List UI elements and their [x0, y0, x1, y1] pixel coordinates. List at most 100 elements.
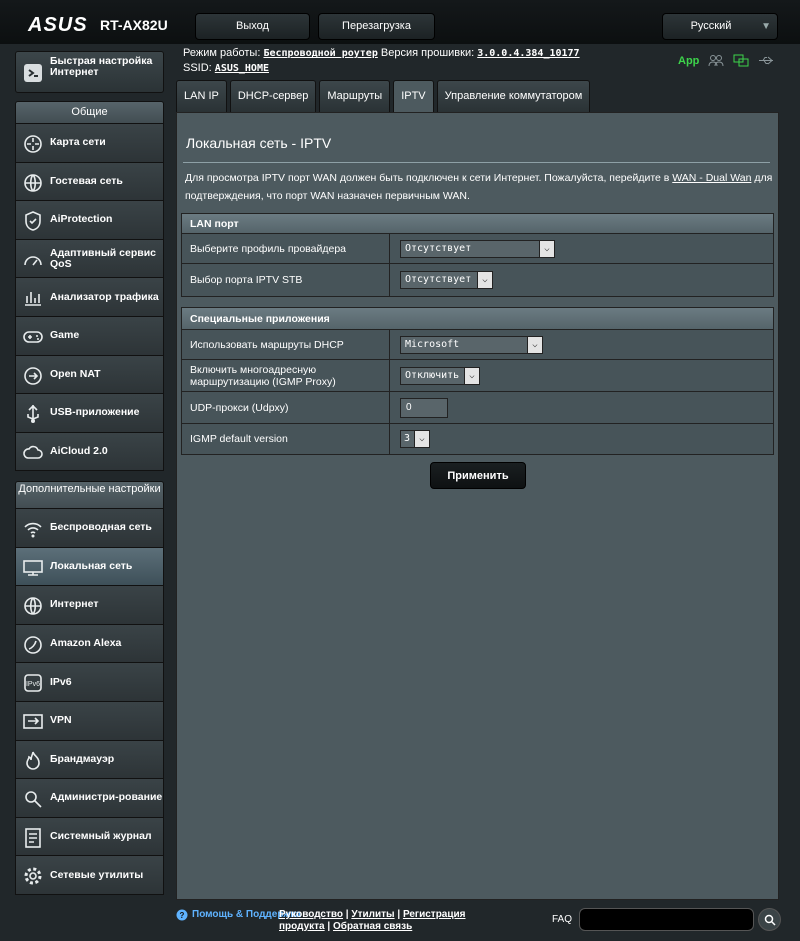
- chevron-down-icon: ⌵: [414, 431, 429, 447]
- ssid-link[interactable]: ASUS_HOME: [215, 63, 269, 74]
- firmware-label: Версия прошивки:: [380, 47, 475, 59]
- wireless-icon: [24, 522, 42, 538]
- faq-search-input[interactable]: [579, 908, 754, 931]
- provider-profile-select[interactable]: Отсутствует ⌵: [400, 239, 555, 258]
- sidebar-item[interactable]: Беспроводная сеть: [15, 509, 164, 548]
- quick-setup-label: Быстрая настройка Интернет: [50, 55, 153, 78]
- sidebar-item[interactable]: Сетевые утилиты: [15, 856, 164, 895]
- sidebar-item[interactable]: Гостевая сеть: [15, 162, 164, 202]
- mode-label: Режим работы:: [183, 47, 261, 59]
- sidebar-item[interactable]: Адаптивный сервис QoS: [15, 239, 164, 279]
- sidebar-item-label: AiProtection: [50, 213, 113, 226]
- ssid-label: SSID:: [183, 62, 212, 74]
- page-title: Локальная сеть - IPTV: [186, 135, 332, 151]
- reboot-button[interactable]: Перезагрузка: [318, 13, 435, 40]
- igmp-proxy-select[interactable]: Отключить ⌵: [400, 366, 480, 385]
- table-row: Использовать маршруты DHCP Microsoft ⌵: [182, 330, 773, 360]
- tab[interactable]: Управление коммутатором: [436, 80, 591, 112]
- sidebar-item[interactable]: Администри-рование: [15, 779, 164, 818]
- sidebar-item[interactable]: Интернет: [15, 586, 164, 625]
- sidebar-item-label: Системный журнал: [50, 830, 152, 843]
- sidebar-item-label: Карта сети: [50, 136, 106, 149]
- sidebar-item[interactable]: Open NAT: [15, 355, 164, 395]
- igmp-version-select[interactable]: 3 ⌵: [400, 430, 430, 448]
- logout-button[interactable]: Выход: [195, 13, 310, 40]
- tab[interactable]: Маршруты: [319, 80, 391, 112]
- quick-setup-button[interactable]: Быстрая настройка Интернет: [15, 51, 164, 93]
- top-bar: ASUS RT-AX82U Выход Перезагрузка Русский…: [0, 0, 800, 44]
- tab[interactable]: LAN IP: [176, 80, 227, 112]
- gear-icon: [24, 867, 42, 885]
- apply-button[interactable]: Применить: [430, 462, 526, 489]
- sidebar-item-label: AiCloud 2.0: [50, 445, 108, 458]
- sidebar-item-label: Локальная сеть: [50, 559, 133, 572]
- chevron-down-icon: ⌵: [539, 240, 554, 257]
- dhcp-routes-select[interactable]: Microsoft ⌵: [400, 335, 543, 354]
- iptv-stb-port-value: Отсутствует: [405, 274, 472, 285]
- page-description: Для просмотра IPTV порт WAN должен быть …: [185, 169, 777, 205]
- sidebar-item[interactable]: VPN: [15, 701, 164, 741]
- guest-network-icon: [24, 173, 42, 192]
- sidebar-item-label: Беспроводная сеть: [50, 521, 152, 534]
- tab[interactable]: DHCP-сервер: [229, 80, 317, 112]
- table-row: UDP-прокси (Udpxy): [182, 392, 773, 424]
- cloud-icon: [23, 445, 43, 459]
- sidebar-item[interactable]: USB-приложение: [15, 394, 164, 433]
- sidebar-item-label: Интернет: [50, 598, 99, 611]
- quick-setup-icon: [24, 64, 42, 82]
- syslog-icon: [25, 827, 41, 848]
- aiprotection-icon: [25, 211, 41, 232]
- table-row: IGMP default version 3 ⌵: [182, 424, 773, 454]
- main-panel: Локальная сеть - IPTV Для просмотра IPTV…: [176, 112, 779, 900]
- udpxy-input[interactable]: [400, 397, 448, 418]
- igmp-proxy-value: Отключить: [405, 369, 460, 381]
- sidebar-item[interactable]: Брандмауэр: [15, 740, 164, 780]
- sidebar-item[interactable]: Game: [15, 316, 164, 356]
- firewall-icon: [26, 751, 40, 770]
- ipv6-icon: IPv6: [24, 674, 42, 693]
- sidebar-item-label: Брандмауэр: [50, 752, 115, 765]
- alexa-icon: [24, 635, 42, 654]
- mode-link[interactable]: Беспроводной роутер: [263, 48, 377, 59]
- open-nat-icon: [24, 366, 42, 385]
- sidebar-item-label: Администри-рование: [50, 791, 163, 804]
- sidebar-item-label: Amazon Alexa: [50, 637, 122, 650]
- dhcp-routes-label: Использовать маршруты DHCP: [182, 330, 390, 359]
- sidebar-item[interactable]: Анализатор трафика: [15, 278, 164, 317]
- language-select[interactable]: Русский ▼: [662, 13, 778, 40]
- globe-icon: [24, 597, 42, 615]
- search-icon: [764, 914, 776, 926]
- sidebar-item[interactable]: IPv6 IPv6: [15, 663, 164, 702]
- asus-logo: ASUS: [28, 14, 88, 36]
- table-row: Выбор порта IPTV STB Отсутствует ⌵: [182, 264, 773, 296]
- footer-links: Руководство | Утилиты | Регистрация прод…: [279, 909, 466, 932]
- sidebar-item[interactable]: AiCloud 2.0: [15, 432, 164, 472]
- footer: ? Помощь & Поддержка Руководство | Утили…: [0, 905, 800, 941]
- general-menu: Карта сети Гостевая сеть AiProtection Адапт…: [15, 124, 164, 472]
- app-link[interactable]: App: [678, 55, 699, 67]
- users-icon[interactable]: [708, 54, 724, 67]
- faq-label: FAQ: [552, 914, 573, 925]
- manual-link[interactable]: Руководство: [279, 909, 343, 920]
- tab[interactable]: IPTV: [393, 80, 434, 112]
- usb-icon: [27, 405, 39, 424]
- utilities-link[interactable]: Утилиты: [351, 909, 394, 920]
- sidebar-item[interactable]: AiProtection: [15, 201, 164, 240]
- sidebar-item-label: Open NAT: [50, 367, 101, 380]
- sidebar-item[interactable]: Карта сети: [15, 124, 164, 163]
- firmware-link[interactable]: 3.0.0.4.384_10177: [477, 48, 579, 59]
- usb-status-icon[interactable]: [758, 54, 774, 67]
- sidebar-item[interactable]: Amazon Alexa: [15, 624, 164, 664]
- sidebar-item[interactable]: Системный журнал: [15, 817, 164, 857]
- network-status-icon[interactable]: [733, 54, 749, 67]
- traffic-analyzer-icon: [25, 292, 41, 307]
- sidebar-item-label: Анализатор трафика: [50, 290, 159, 303]
- feedback-link[interactable]: Обратная связь: [333, 921, 412, 932]
- igmp-version-value: 3: [404, 433, 411, 444]
- udpxy-label: UDP-прокси (Udpxy): [182, 392, 390, 423]
- iptv-stb-port-select[interactable]: Отсутствует ⌵: [400, 271, 493, 289]
- faq-search-button[interactable]: [758, 908, 781, 931]
- sidebar-item[interactable]: Локальная сеть: [15, 547, 164, 587]
- wan-dual-wan-link[interactable]: WAN - Dual Wan: [672, 172, 751, 184]
- model-name: RT-AX82U: [100, 17, 168, 33]
